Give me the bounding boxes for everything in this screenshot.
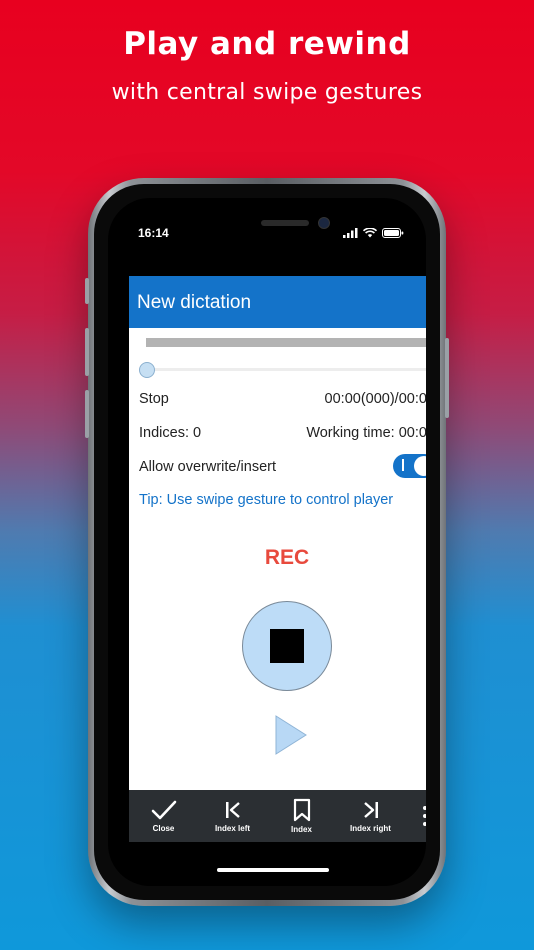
play-button[interactable] xyxy=(274,714,308,756)
index-left-label: Index left xyxy=(214,824,251,833)
front-camera xyxy=(318,217,330,229)
phone-screen: 16:14 New dictation Stop 00:00(000)/00:0… xyxy=(108,198,426,886)
app-title: New dictation xyxy=(137,292,252,313)
toggle-knob xyxy=(414,456,426,476)
recording-progress-bar xyxy=(146,338,426,347)
skip-back-icon xyxy=(225,802,240,818)
mute-switch xyxy=(85,278,89,304)
more-vertical-icon xyxy=(423,806,426,826)
player-state: Stop xyxy=(139,391,169,407)
checkmark-icon xyxy=(151,800,176,820)
close-button[interactable]: Close xyxy=(129,790,198,842)
promo-headline: Play and rewind xyxy=(123,26,411,62)
volume-down-button xyxy=(85,390,89,438)
tip-text: Tip: Use swipe gesture to control player xyxy=(139,492,394,508)
app-header: New dictation xyxy=(129,276,426,328)
close-label: Close xyxy=(152,824,175,833)
index-right-button[interactable]: Index right xyxy=(336,790,405,842)
rec-indicator: REC xyxy=(264,546,310,569)
indices-count: Indices: 0 xyxy=(139,425,202,441)
status-icons xyxy=(343,228,404,238)
playback-slider-track[interactable] xyxy=(146,368,426,371)
status-time: 16:14 xyxy=(138,226,169,240)
index-left-button[interactable]: Index left xyxy=(198,790,267,842)
working-time: Working time: 00:02 xyxy=(306,425,426,441)
bookmark-icon xyxy=(293,798,310,822)
signal-icon xyxy=(343,228,358,238)
stop-button[interactable] xyxy=(242,601,332,691)
promo-subline: with central swipe gestures xyxy=(111,80,423,105)
overwrite-toggle[interactable] xyxy=(393,454,426,478)
index-right-label: Index right xyxy=(350,824,391,833)
phone-bezel: 16:14 New dictation Stop 00:00(000)/00:0… xyxy=(94,184,440,900)
time-readout: 00:00(000)/00:00 xyxy=(324,391,426,407)
phone-frame: 16:14 New dictation Stop 00:00(000)/00:0… xyxy=(85,178,449,906)
volume-up-button xyxy=(85,328,89,376)
overwrite-label: Allow overwrite/insert xyxy=(139,459,276,475)
toggle-on-mark xyxy=(402,459,404,471)
index-button[interactable]: Index xyxy=(267,790,336,842)
index-label: Index xyxy=(291,825,312,834)
power-button xyxy=(445,338,449,418)
battery-icon xyxy=(382,228,404,238)
playback-slider-thumb[interactable] xyxy=(139,362,155,378)
dictation-app: New dictation Stop 00:00(000)/00:00 Indi… xyxy=(129,276,426,842)
earpiece-speaker xyxy=(261,220,309,226)
skip-forward-icon xyxy=(363,802,378,818)
stop-icon xyxy=(270,629,304,663)
home-indicator[interactable] xyxy=(217,868,329,872)
wifi-icon xyxy=(363,228,377,238)
more-options-button[interactable] xyxy=(405,790,426,842)
bottom-toolbar: Close Index left Index Index right xyxy=(129,790,426,842)
